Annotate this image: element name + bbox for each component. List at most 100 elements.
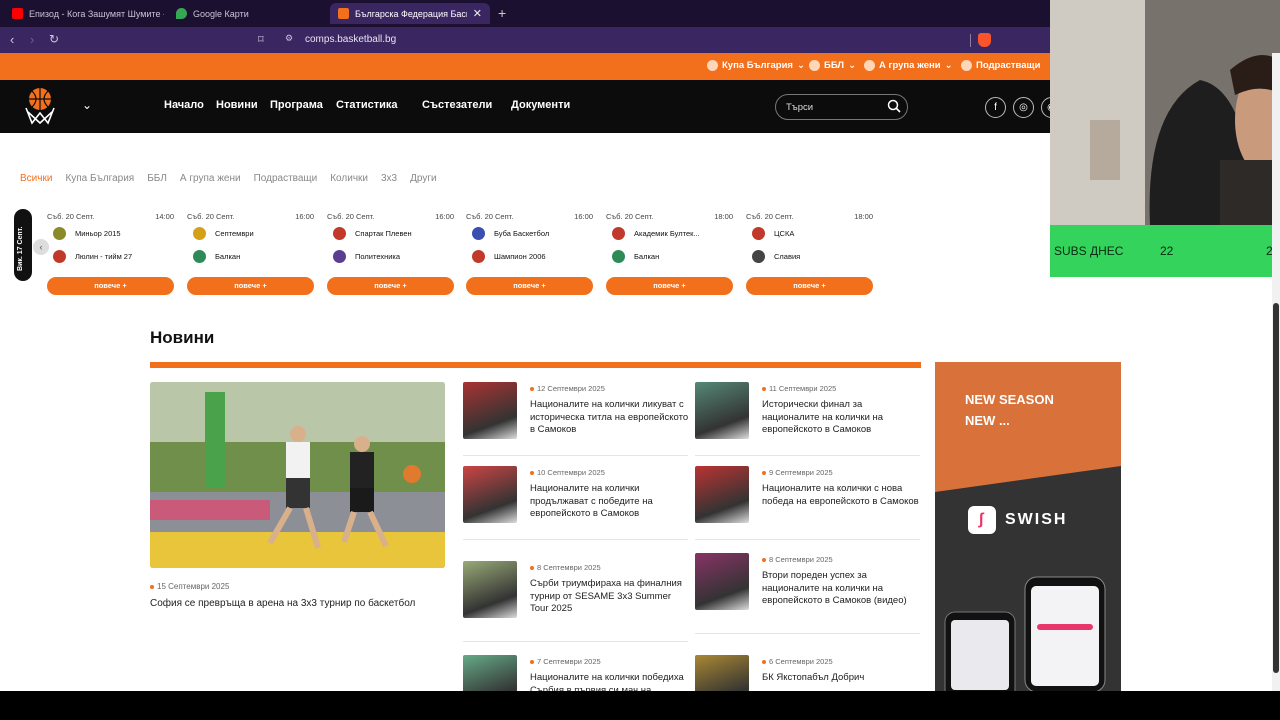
comp-label: А група жени	[879, 60, 941, 71]
chevron-down-icon: ⌄	[848, 60, 857, 71]
game-card[interactable]: Съб. 20 Септ. 18:00 ЦСКА Славия повече +	[746, 211, 873, 296]
news-thumbnail[interactable]	[463, 655, 517, 691]
search-icon[interactable]	[887, 99, 901, 115]
comp-menu-youth[interactable]: Подрастващи	[961, 60, 1040, 71]
away-team[interactable]: Балкан	[612, 250, 659, 263]
team-name: Миньор 2015	[75, 229, 121, 238]
news-headline[interactable]: Сърби триумфираха на финалния турнир от …	[530, 578, 690, 616]
brave-shield-icon[interactable]	[978, 33, 991, 47]
game-card[interactable]: Съб. 20 Септ. 16:00 Септември Балкан повече …	[187, 211, 314, 296]
filter-cup[interactable]: Купа България	[65, 173, 134, 184]
comp-menu-women[interactable]: А група жени ⌄	[864, 60, 953, 71]
search-input[interactable]	[786, 100, 881, 114]
filter-women[interactable]: А група жени	[180, 173, 241, 184]
news-item[interactable]: 8 Септември 2025 Втори пореден успех за н…	[695, 553, 922, 634]
news-thumbnail[interactable]	[695, 655, 749, 691]
home-team[interactable]: Септември	[193, 227, 254, 240]
scrollbar-thumb[interactable]	[1273, 303, 1279, 673]
more-button[interactable]: повече +	[327, 277, 454, 295]
game-card[interactable]: Съб. 20 Септ. 18:00 Академик Бултек... Балк…	[606, 211, 733, 296]
page-scrollbar[interactable]	[1272, 53, 1280, 691]
browser-tab-maps[interactable]: Google Карти	[168, 3, 326, 24]
forward-icon[interactable]: ›	[30, 32, 34, 47]
chevron-down-icon[interactable]: ⌄	[82, 98, 92, 112]
nav-news[interactable]: Новини	[216, 99, 258, 111]
back-icon[interactable]: ‹	[10, 32, 14, 47]
filter-all[interactable]: Всички	[20, 173, 52, 184]
news-item[interactable]: 6 Септември 2025 БК Якстопабъл Добрич	[695, 655, 920, 691]
week-selector[interactable]: Вик. 17 Септ.	[14, 209, 32, 281]
news-thumbnail[interactable]	[463, 466, 517, 523]
nav-statistics[interactable]: Статистика	[336, 99, 398, 111]
bookmark-icon[interactable]: ⌑	[258, 33, 264, 46]
away-team[interactable]: Люлин - тийм 27	[53, 250, 132, 263]
hero-headline[interactable]: София се превръща в арена на 3х3 турнир …	[150, 598, 415, 609]
nav-home[interactable]: Начало	[164, 99, 204, 111]
game-card[interactable]: Съб. 20 Септ. 16:00 Спартак Плевен Политехн…	[327, 211, 454, 296]
hero-news-image[interactable]	[150, 382, 445, 568]
news-date: 8 Септември 2025	[762, 555, 833, 564]
date-dot	[530, 387, 534, 392]
home-team[interactable]: Академик Бултек...	[612, 227, 700, 240]
news-headline[interactable]: БК Якстопабъл Добрич	[762, 672, 922, 685]
filter-other[interactable]: Други	[410, 173, 436, 184]
filter-bbl[interactable]: ББЛ	[147, 173, 167, 184]
home-team[interactable]: ЦСКА	[752, 227, 794, 240]
news-item[interactable]: 8 Септември 2025 Сърби триумфираха на фин…	[463, 561, 690, 642]
news-item[interactable]: 11 Септември 2025 Исторически финал за на…	[695, 382, 922, 456]
instagram-icon[interactable]: ◎	[1013, 97, 1034, 118]
news-divider	[695, 633, 920, 634]
nav-players[interactable]: Състезатели	[422, 99, 492, 111]
home-team[interactable]: Буба Баскетбол	[472, 227, 549, 240]
away-team[interactable]: Балкан	[193, 250, 240, 263]
browser-tab-youtube[interactable]: Епизод - Кога Зашумят Шумите - Yo	[4, 3, 164, 24]
bfb-logo-icon[interactable]	[20, 86, 60, 126]
new-tab-icon[interactable]: +	[498, 5, 506, 21]
news-item[interactable]: 10 Септември 2025 Националите на колички …	[463, 466, 690, 540]
filter-3x3[interactable]: 3x3	[381, 173, 397, 184]
more-button[interactable]: повече +	[187, 277, 314, 295]
news-thumbnail[interactable]	[695, 466, 749, 523]
news-item[interactable]: 12 Септември 2025 Националите на колички …	[463, 382, 690, 456]
away-team[interactable]: Славия	[752, 250, 800, 263]
home-team[interactable]: Спартак Плевен	[333, 227, 412, 240]
news-thumbnail[interactable]	[463, 382, 517, 439]
news-thumbnail[interactable]	[695, 553, 749, 610]
game-card[interactable]: Съб. 20 Септ. 14:00 Миньор 2015 Люлин - тий…	[47, 211, 174, 296]
news-thumbnail[interactable]	[695, 382, 749, 439]
news-headline[interactable]: Националите на колички ликуват с историч…	[530, 399, 690, 437]
comp-menu-cup[interactable]: Купа България ⌄	[707, 60, 805, 71]
news-headline[interactable]: Националите на колички с нова победа на …	[762, 483, 922, 508]
news-date-text: 8 Септември 2025	[769, 555, 833, 564]
browser-tab-basketball[interactable]: Българска Федерация Баскетбол ✕	[330, 3, 490, 24]
url-text[interactable]: comps.basketball.bg	[305, 34, 396, 45]
more-button[interactable]: повече +	[466, 277, 593, 295]
nav-documents[interactable]: Документи	[511, 99, 570, 111]
news-headline[interactable]: Исторически финал за националите на коли…	[762, 399, 922, 437]
date-dot	[530, 471, 534, 476]
more-button[interactable]: повече +	[606, 277, 733, 295]
comp-menu-bbl[interactable]: ББЛ ⌄	[809, 60, 856, 71]
news-headline[interactable]: Втори пореден успех за националите на ко…	[762, 570, 922, 608]
facebook-icon[interactable]: f	[985, 97, 1006, 118]
swish-ad-banner[interactable]: NEW SEASON NEW ... ʃ SWISH	[935, 362, 1121, 691]
game-card[interactable]: Съб. 20 Септ. 16:00 Буба Баскетбол Шампион …	[466, 211, 593, 296]
filter-youth[interactable]: Подрастващи	[254, 173, 318, 184]
more-button[interactable]: повече +	[47, 277, 174, 295]
away-team[interactable]: Шампион 2006	[472, 250, 546, 263]
news-item[interactable]: 7 Септември 2025 Националите на колички п…	[463, 655, 688, 691]
reload-icon[interactable]: ↻	[49, 32, 59, 46]
nav-schedule[interactable]: Програма	[270, 99, 323, 111]
away-team[interactable]: Политехника	[333, 250, 400, 263]
site-info-icon[interactable]: ⚙	[285, 33, 293, 44]
filter-wheelchair[interactable]: Колички	[330, 173, 368, 184]
news-headline[interactable]: Националите на колички победиха Сърбия в…	[530, 672, 690, 691]
date-dot	[762, 558, 766, 563]
more-button[interactable]: повече +	[746, 277, 873, 295]
home-team[interactable]: Миньор 2015	[53, 227, 121, 240]
news-thumbnail[interactable]	[463, 561, 517, 618]
news-section-title: Новини	[150, 328, 215, 347]
close-tab-icon[interactable]: ✕	[473, 7, 482, 20]
news-headline[interactable]: Националите на колички продължават с поб…	[530, 483, 690, 521]
news-item[interactable]: 9 Септември 2025 Националите на колички с…	[695, 466, 922, 540]
